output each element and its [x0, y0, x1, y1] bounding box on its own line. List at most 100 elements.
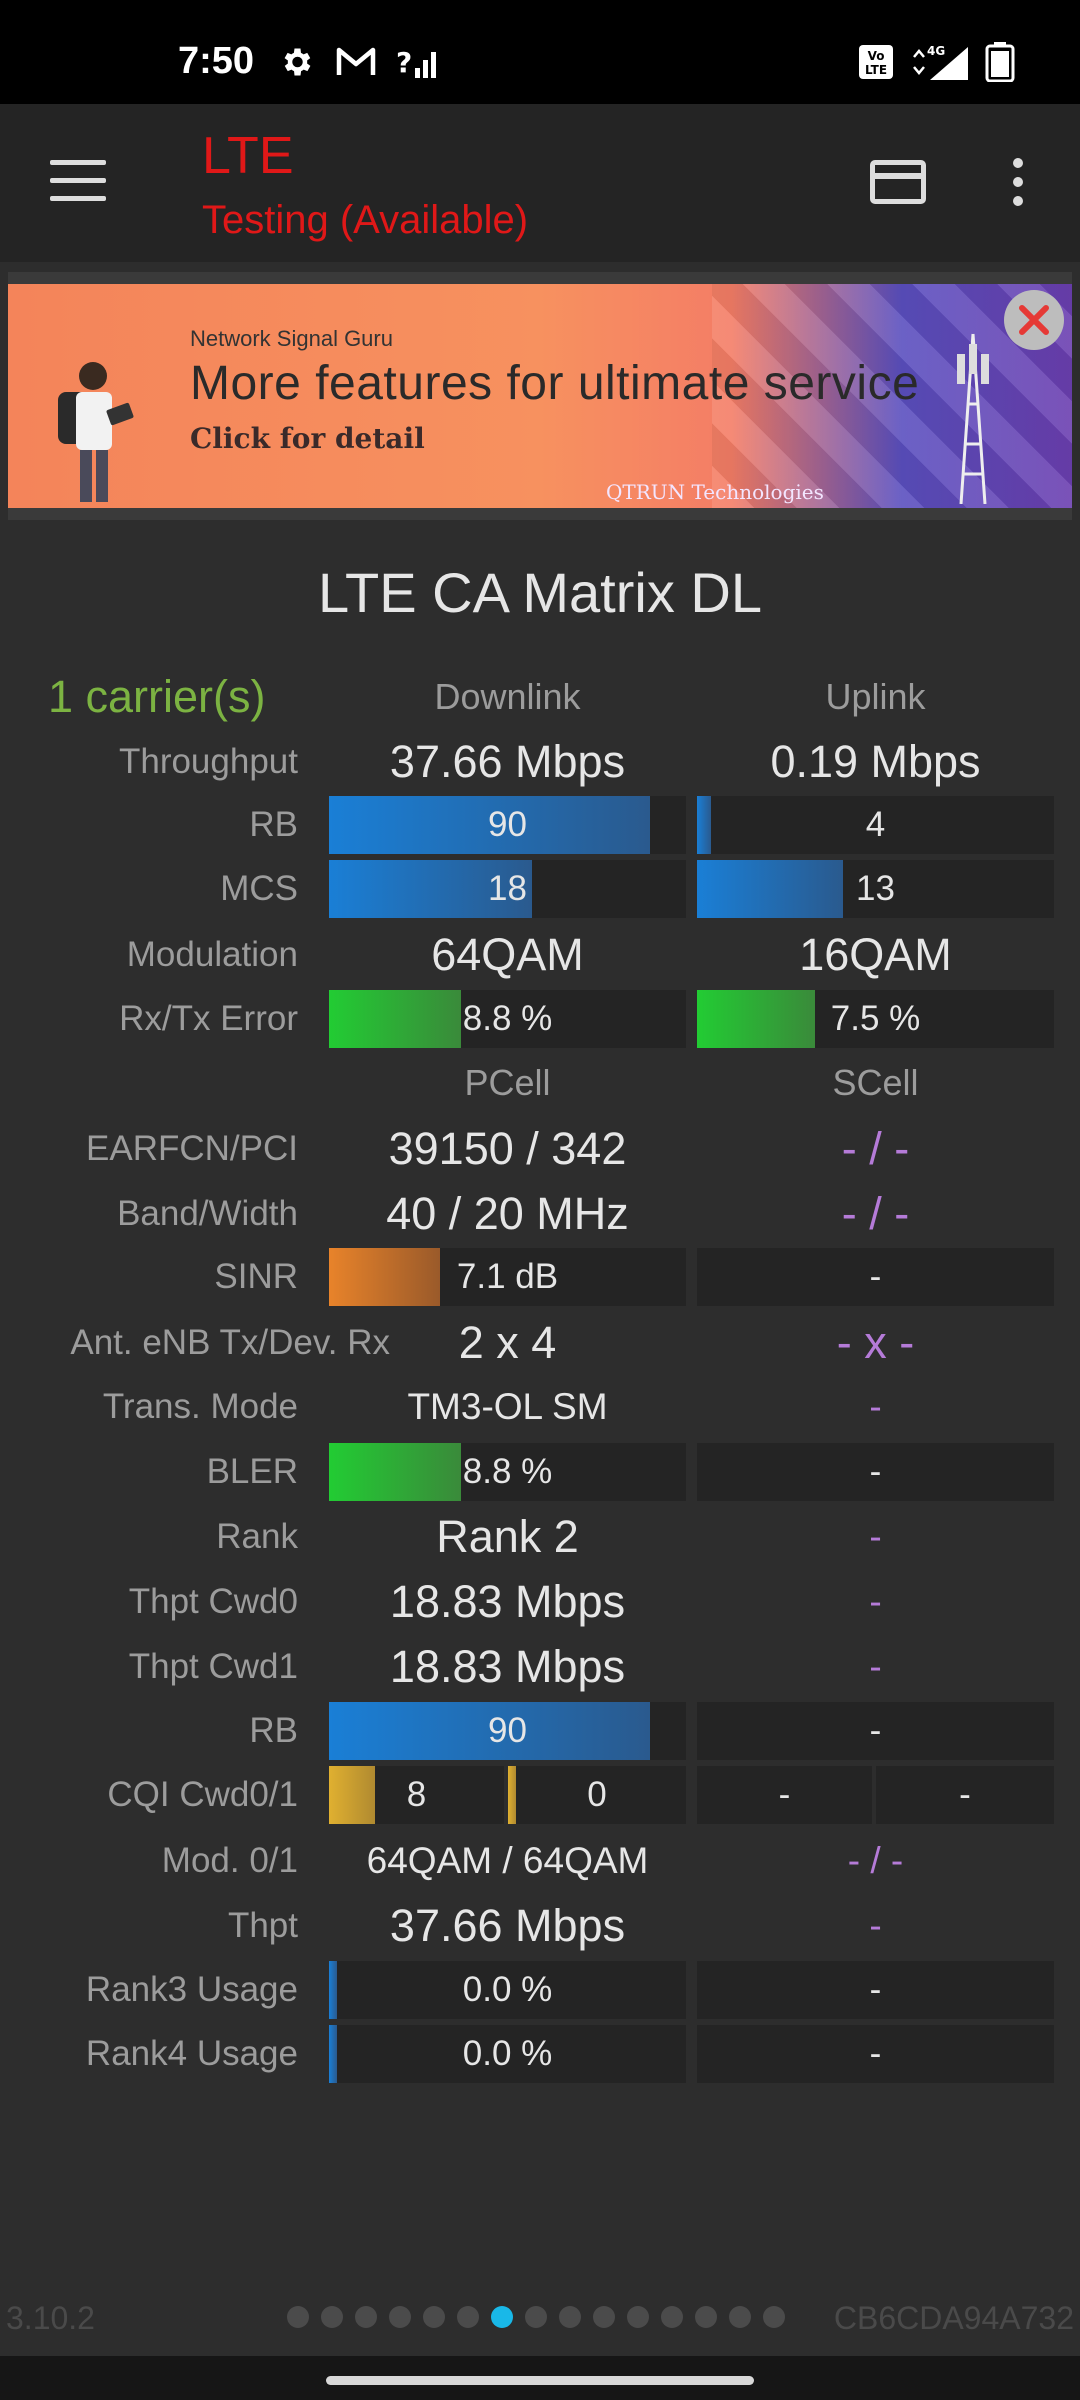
- rank4-usage-label: Rank4 Usage: [85, 2034, 298, 2073]
- scell-cqi0-value: -: [778, 1775, 791, 1814]
- rank3-usage-label: Rank3 Usage: [85, 1970, 298, 2009]
- pcell-rank: Rank 2: [436, 1511, 579, 1562]
- thpt-cwd1-label: Thpt Cwd1: [128, 1647, 298, 1686]
- row-rb-cell: RB 90 -: [0, 1702, 1080, 1760]
- ad-cta[interactable]: Click for detail: [190, 422, 425, 455]
- scell-rank4-bar: -: [697, 2025, 1054, 2083]
- svg-text:LTE: LTE: [865, 63, 887, 77]
- device-id: CB6CDA94A732: [833, 2300, 1074, 2336]
- scell-thpt-cwd1: -: [869, 1646, 882, 1687]
- row-thpt: Thpt 37.66 Mbps -: [0, 1897, 1080, 1955]
- scell-rank3-bar: -: [697, 1961, 1054, 2019]
- card-view-icon[interactable]: [870, 160, 926, 204]
- scell-cqi1-value: -: [959, 1775, 971, 1814]
- page-dot[interactable]: [627, 2306, 649, 2328]
- ad-company: QTRUN Technologies: [606, 480, 824, 504]
- row-mod01: Mod. 0/1 64QAM / 64QAM - / -: [0, 1832, 1080, 1890]
- more-options-icon[interactable]: [1008, 158, 1028, 208]
- pcell-rank4-value: 0.0 %: [462, 2034, 553, 2073]
- earfcn-pci-label: EARFCN/PCI: [86, 1129, 298, 1168]
- row-thpt-cwd0: Thpt Cwd0 18.83 Mbps -: [0, 1573, 1080, 1631]
- scell-rank4-value: -: [869, 2034, 882, 2073]
- scell-band-width: - / -: [841, 1188, 910, 1239]
- pcell-cqi0-bar: 8: [329, 1766, 504, 1824]
- app-title: LTE: [202, 127, 294, 185]
- thpt-cwd0-label: Thpt Cwd0: [128, 1582, 298, 1621]
- ad-headline: More features for ultimate service: [190, 357, 920, 410]
- ul-error-value: 7.5 %: [830, 999, 921, 1038]
- rb-label: RB: [249, 805, 298, 844]
- row-thpt-cwd1: Thpt Cwd1 18.83 Mbps -: [0, 1638, 1080, 1696]
- rb-cell-label: RB: [249, 1711, 298, 1750]
- pcell-bler-bar: 8.8 %: [329, 1443, 686, 1501]
- page-dot[interactable]: [355, 2306, 377, 2328]
- pcell-rb-bar: 90: [329, 1702, 686, 1760]
- page-indicator[interactable]: [287, 2306, 785, 2328]
- dl-rb-value: 90: [488, 805, 527, 844]
- dl-error-value: 8.8 %: [462, 999, 553, 1038]
- scell-earfcn-pci: - / -: [841, 1123, 910, 1174]
- dl-rb-bar: 90: [329, 796, 686, 854]
- pcell-ant: 2 x 4: [458, 1317, 557, 1368]
- dl-mcs-bar: 18: [329, 860, 686, 918]
- row-rb: RB 90 4: [0, 796, 1080, 854]
- downlink-header: Downlink: [434, 676, 581, 717]
- pcell-cqi0-value: 8: [406, 1775, 427, 1814]
- dl-modulation: 64QAM: [431, 929, 584, 980]
- scell-rank3-value: -: [869, 1970, 882, 2009]
- scell-cqi1-bar: -: [876, 1766, 1054, 1824]
- ul-mcs-value: 13: [856, 869, 895, 908]
- scell-trans-mode: -: [869, 1386, 882, 1427]
- pcell-thpt-cwd0: 18.83 Mbps: [389, 1576, 626, 1627]
- scell-rank: -: [869, 1516, 882, 1557]
- row-headers-cells: PCell SCell: [0, 1054, 1080, 1112]
- app-version: 3.10.2: [6, 2300, 95, 2336]
- home-gesture-handle[interactable]: [326, 2376, 754, 2385]
- page-dot[interactable]: [491, 2306, 513, 2328]
- pcell-mod01: 64QAM / 64QAM: [366, 1840, 649, 1881]
- trans-mode-label: Trans. Mode: [102, 1387, 298, 1426]
- row-sinr: SINR 7.1 dB -: [0, 1248, 1080, 1306]
- pcell-rank3-value: 0.0 %: [462, 1970, 553, 2009]
- section-title: LTE CA Matrix DL: [318, 561, 762, 624]
- page-dot[interactable]: [389, 2306, 411, 2328]
- ad-brand: Network Signal Guru: [190, 326, 393, 351]
- pcell-rb-value: 90: [488, 1711, 527, 1750]
- page-dot[interactable]: [695, 2306, 717, 2328]
- page-dot[interactable]: [559, 2306, 581, 2328]
- scell-sinr-value: -: [869, 1257, 882, 1296]
- page-dot[interactable]: [287, 2306, 309, 2328]
- row-band-width: Band/Width 40 / 20 MHz - / -: [0, 1185, 1080, 1243]
- scell-bler-value: -: [869, 1452, 882, 1491]
- pcell-sinr-value: 7.1 dB: [456, 1257, 559, 1296]
- pcell-header: PCell: [464, 1062, 551, 1103]
- page-dot[interactable]: [321, 2306, 343, 2328]
- pcell-earfcn-pci: 39150 / 342: [388, 1123, 627, 1174]
- row-rank3-usage: Rank3 Usage 0.0 % -: [0, 1961, 1080, 2019]
- page-dot[interactable]: [423, 2306, 445, 2328]
- ad-banner[interactable]: Network Signal Guru More features for ul…: [8, 284, 1072, 508]
- page-dot[interactable]: [729, 2306, 751, 2328]
- cqi-label: CQI Cwd0/1: [107, 1775, 298, 1814]
- page-dot[interactable]: [763, 2306, 785, 2328]
- pcell-rank4-bar: 0.0 %: [329, 2025, 686, 2083]
- carrier-count: 1 carrier(s): [48, 671, 266, 722]
- row-rxtx-error: Rx/Tx Error 8.8 % 7.5 %: [0, 990, 1080, 1048]
- dl-throughput: 37.66 Mbps: [389, 736, 626, 787]
- svg-text:4G: 4G: [927, 44, 945, 58]
- dl-mcs-value: 18: [488, 869, 527, 908]
- ul-modulation: 16QAM: [799, 929, 952, 980]
- cell-tower-image: [957, 333, 989, 504]
- ul-rb-value: 4: [865, 805, 886, 844]
- menu-icon[interactable]: [50, 160, 106, 202]
- page-dot[interactable]: [661, 2306, 683, 2328]
- ad-close-button[interactable]: [1004, 290, 1064, 350]
- page-dot[interactable]: [593, 2306, 615, 2328]
- scell-sinr-bar: -: [697, 1248, 1054, 1306]
- page-dot[interactable]: [457, 2306, 479, 2328]
- row-rank4-usage: Rank4 Usage 0.0 % -: [0, 2025, 1080, 2083]
- sinr-label: SINR: [214, 1257, 298, 1296]
- page-dot[interactable]: [525, 2306, 547, 2328]
- pcell-bler-value: 8.8 %: [462, 1452, 553, 1491]
- scell-header: SCell: [832, 1062, 919, 1103]
